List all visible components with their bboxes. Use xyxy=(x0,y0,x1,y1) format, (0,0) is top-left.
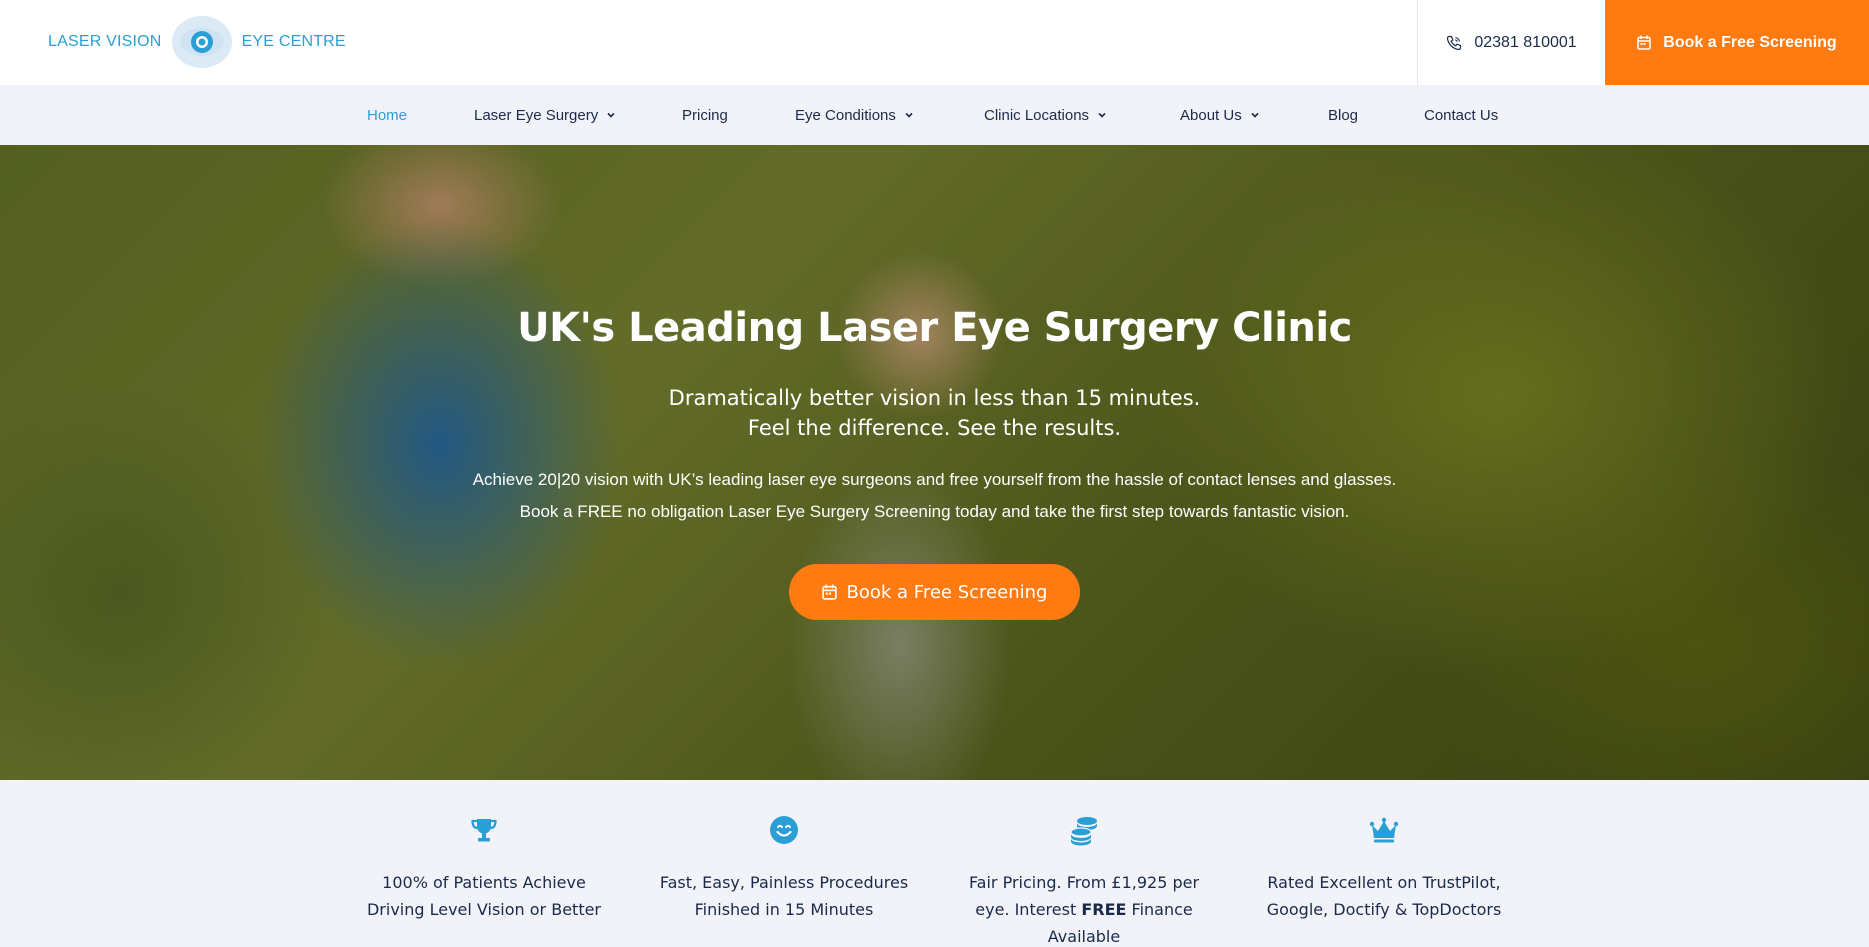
calendar-icon xyxy=(1637,35,1652,50)
hero-body-line2: Book a FREE no obligation Laser Eye Surg… xyxy=(519,502,1350,521)
features-strip: 100% of Patients Achieve Driving Level V… xyxy=(0,780,1869,947)
chevron-down-icon xyxy=(607,112,615,118)
coins-icon xyxy=(1070,817,1097,846)
feature-text: Fair Pricing. From £1,925 per eye. Inter… xyxy=(934,869,1234,947)
nav-item-contact-us[interactable]: Contact Us xyxy=(1424,85,1498,145)
feature-line-bold: FREE xyxy=(1081,900,1127,919)
nav-item-label: Laser Eye Surgery xyxy=(474,106,599,124)
feature-line: Google, Doctify & TopDoctors xyxy=(1266,900,1502,919)
feature-line-part: Finance xyxy=(1126,900,1193,919)
nav-item-pricing[interactable]: Pricing xyxy=(682,85,728,145)
nav-item-blog[interactable]: Blog xyxy=(1328,85,1358,145)
chevron-down-icon xyxy=(1098,112,1106,118)
hero-subtitle-line2: Feel the difference. See the results. xyxy=(747,416,1122,440)
hero-body-line1: Achieve 20|20 vision with UK’s leading l… xyxy=(472,470,1397,489)
eye-logo-icon xyxy=(166,10,238,74)
feature-text: Fast, Easy, Painless Procedures Finished… xyxy=(634,869,934,923)
hero-image-overlay xyxy=(0,145,1869,780)
logo-text-right: EYE CENTRE xyxy=(241,33,346,50)
logo-text-left: LASER VISION xyxy=(48,33,162,50)
feature-line: Driving Level Vision or Better xyxy=(366,900,602,919)
nav-item-label: Blog xyxy=(1328,106,1359,124)
feature-line: eye. Interest FREE Finance xyxy=(934,896,1234,923)
crown-icon xyxy=(1369,817,1399,843)
feature-line: Rated Excellent on TrustPilot, xyxy=(1267,873,1501,892)
feature-text: 100% of Patients Achieve Driving Level V… xyxy=(334,869,634,923)
feature-line: 100% of Patients Achieve xyxy=(382,873,586,892)
nav-item-label: Pricing xyxy=(682,106,728,124)
feature-line-part: eye. Interest xyxy=(975,900,1082,919)
phone-number: 02381 810001 xyxy=(1474,33,1577,51)
feature-line: Available xyxy=(1047,927,1121,946)
nav-item-about-us[interactable]: About Us xyxy=(1180,85,1260,145)
book-screening-hero-label: Book a Free Screening xyxy=(846,581,1048,603)
smile-icon xyxy=(770,816,798,844)
trophy-icon xyxy=(471,819,497,842)
book-screening-header-button[interactable]: Book a Free Screening xyxy=(1605,0,1869,85)
hero-banner: UK's Leading Laser Eye Surgery Clinic Dr… xyxy=(0,145,1869,780)
nav-item-clinic-locations[interactable]: Clinic Locations xyxy=(984,85,1107,145)
phone-icon xyxy=(1447,35,1462,50)
book-screening-header-label: Book a Free Screening xyxy=(1663,33,1837,51)
nav-item-label: Home xyxy=(367,106,408,124)
nav-item-label: About Us xyxy=(1180,106,1242,124)
nav-item-label: Clinic Locations xyxy=(984,106,1090,124)
nav-item-label: Eye Conditions xyxy=(795,106,896,124)
calendar-icon xyxy=(821,584,837,600)
hero-subtitle-line1: Dramatically better vision in less than … xyxy=(668,386,1201,410)
feature-line: Fair Pricing. From £1,925 per xyxy=(968,873,1200,892)
phone-link[interactable]: 02381 810001 xyxy=(1417,0,1605,85)
feature-text: Rated Excellent on TrustPilot, Google, D… xyxy=(1234,869,1534,923)
chevron-down-icon xyxy=(1251,112,1259,118)
chevron-down-icon xyxy=(905,112,913,118)
nav-item-eye-conditions[interactable]: Eye Conditions xyxy=(795,85,914,145)
nav-item-laser-eye-surgery[interactable]: Laser Eye Surgery xyxy=(474,85,616,145)
logo[interactable]: LASER VISION EYE CENTRE xyxy=(48,10,346,74)
book-screening-hero-button[interactable]: Book a Free Screening xyxy=(789,564,1080,620)
feature-line: Finished in 15 Minutes xyxy=(694,900,874,919)
header: LASER VISION EYE CENTRE 02381 810001 Boo… xyxy=(0,0,1869,85)
main-nav: Home Laser Eye Surgery Pricing Eye Condi… xyxy=(0,85,1869,145)
nav-item-home[interactable]: Home xyxy=(367,85,407,145)
nav-item-label: Contact Us xyxy=(1424,106,1499,124)
hero-title: UK's Leading Laser Eye Surgery Clinic xyxy=(517,305,1352,351)
feature-line: Fast, Easy, Painless Procedures xyxy=(659,873,909,892)
